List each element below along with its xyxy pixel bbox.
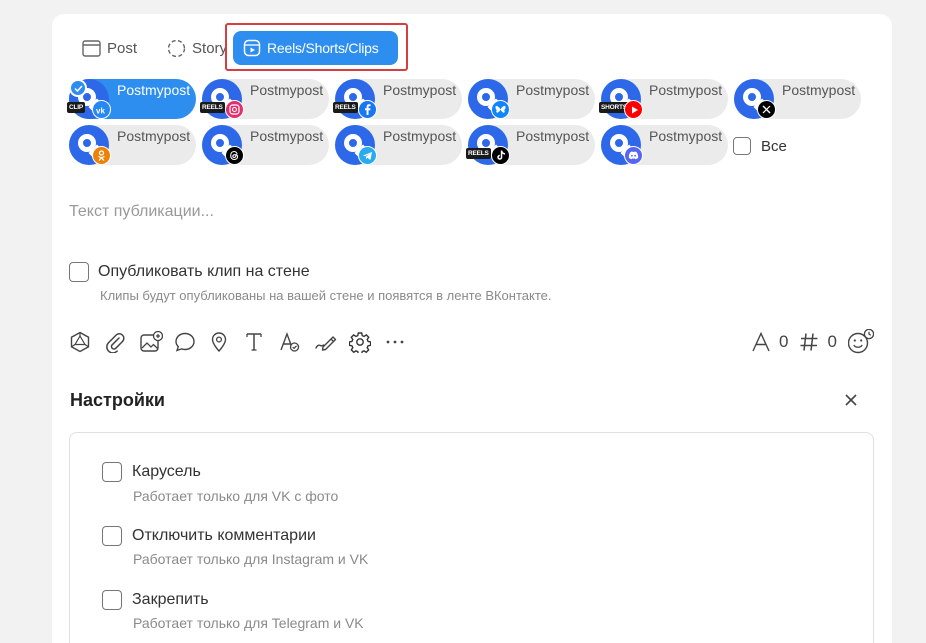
svg-text:vk: vk <box>96 106 105 114</box>
account-name: Postmypost <box>250 128 324 144</box>
account-chip-ok[interactable]: Postmypost <box>69 125 196 165</box>
tab-post[interactable]: Post <box>78 32 141 64</box>
hashtag-count-value: 0 <box>827 332 837 351</box>
format-badge: REELS <box>333 102 358 113</box>
vk-icon: vk <box>92 100 111 119</box>
account-chip-threads[interactable]: Postmypost <box>202 125 329 165</box>
account-chip-vk[interactable]: Postmypost CLIP vk <box>67 79 196 119</box>
signature-icon[interactable] <box>314 329 349 355</box>
comment-icon[interactable] <box>174 329 209 355</box>
account-chip-telegram[interactable]: Postmypost <box>335 125 462 165</box>
publish-clip-checkbox[interactable] <box>69 262 89 282</box>
x-icon <box>757 100 776 119</box>
settings-title: Настройки <box>70 390 165 410</box>
hashtag-icon <box>800 333 818 351</box>
threads-icon <box>225 146 244 165</box>
more-icon[interactable] <box>384 329 419 355</box>
telegram-icon <box>358 146 377 165</box>
emoji-icon <box>847 329 874 354</box>
attach-icon[interactable] <box>104 329 139 355</box>
format-badge: CLIP <box>67 102 86 113</box>
account-chip-x[interactable]: Postmypost <box>734 79 861 119</box>
pin-option[interactable]: Закрепить <box>102 590 209 610</box>
ai-icon[interactable] <box>69 329 104 355</box>
tab-story-label: Story <box>192 39 228 57</box>
account-chip-tiktok[interactable]: Postmypost REELS <box>466 125 595 165</box>
instagram-icon <box>225 100 244 119</box>
account-name: Postmypost <box>383 128 457 144</box>
discord-icon <box>624 146 643 165</box>
account-chip-youtube[interactable]: Postmypost SHORTS <box>599 79 728 119</box>
account-name: Postmypost <box>649 82 723 98</box>
carousel-checkbox[interactable] <box>102 462 122 482</box>
account-name: Postmypost <box>516 128 590 144</box>
account-chip-facebook[interactable]: Postmypost REELS <box>333 79 462 119</box>
ok-icon <box>92 146 111 165</box>
carousel-option[interactable]: Карусель <box>102 462 201 482</box>
account-name: Postmypost <box>117 128 191 144</box>
publish-clip-hint: Клипы будут опубликованы на вашей стене … <box>100 288 552 303</box>
carousel-hint: Работает только для VK с фото <box>133 488 339 504</box>
char-count-value: 0 <box>779 332 789 351</box>
account-chip-bluesky[interactable]: Postmypost <box>468 79 595 119</box>
pin-hint: Работает только для Telegram и VK <box>133 615 364 631</box>
select-all-label: Все <box>761 137 787 155</box>
publish-clip-label: Опубликовать клип на стене <box>98 263 310 280</box>
account-name: Postmypost <box>250 82 324 98</box>
disable-comments-checkbox[interactable] <box>102 526 122 546</box>
disable-comments-hint: Работает только для Instagram и VK <box>133 551 369 567</box>
emoji-button[interactable] <box>847 329 874 355</box>
post-icon <box>82 39 101 57</box>
select-all-checkbox[interactable]: Все <box>733 137 787 155</box>
settings-close-button[interactable] <box>842 390 860 410</box>
format-badge: REELS <box>200 102 225 113</box>
publish-clip-option[interactable]: Опубликовать клип на стене <box>69 262 310 282</box>
account-name: Postmypost <box>117 82 191 98</box>
post-text-input[interactable]: Текст публикации... <box>69 203 214 221</box>
tab-reels-label: Reels/Shorts/Clips <box>267 40 379 56</box>
text-icon[interactable] <box>244 329 279 355</box>
counters-area: 0 0 <box>751 329 874 355</box>
account-chip-discord[interactable]: Postmypost <box>601 125 728 165</box>
editor-toolbar <box>69 329 419 355</box>
account-name: Postmypost <box>516 82 590 98</box>
post-type-tabs: Post Story <box>78 30 231 66</box>
pin-label: Закрепить <box>132 591 209 608</box>
location-icon[interactable] <box>209 329 244 355</box>
account-name: Postmypost <box>383 82 457 98</box>
facebook-icon <box>358 100 377 119</box>
tab-story[interactable]: Story <box>163 32 231 64</box>
tiktok-icon <box>491 146 510 165</box>
account-name: Postmypost <box>782 82 856 98</box>
carousel-label: Карусель <box>132 463 201 480</box>
account-chip-instagram[interactable]: Postmypost REELS <box>200 79 329 119</box>
account-name: Postmypost <box>649 128 723 144</box>
format-badge: REELS <box>466 148 491 159</box>
disable-comments-label: Отключить комментарии <box>132 527 316 544</box>
settings-icon[interactable] <box>349 329 384 355</box>
hashtag-counter: 0 <box>799 332 837 352</box>
char-count-icon <box>752 332 770 352</box>
char-counter: 0 <box>751 332 788 352</box>
tab-post-label: Post <box>107 39 138 57</box>
story-icon <box>167 39 186 57</box>
tab-reels[interactable]: Reels/Shorts/Clips <box>233 31 398 65</box>
bluesky-icon <box>491 100 510 119</box>
disable-comments-option[interactable]: Отключить комментарии <box>102 526 316 546</box>
youtube-icon <box>624 100 643 119</box>
font-style-icon[interactable] <box>279 329 314 355</box>
select-all-box[interactable] <box>733 137 751 155</box>
reels-icon <box>243 39 261 57</box>
media-icon[interactable] <box>139 329 174 355</box>
close-icon <box>845 394 857 406</box>
pin-checkbox[interactable] <box>102 590 122 610</box>
selected-check-icon <box>69 79 87 97</box>
